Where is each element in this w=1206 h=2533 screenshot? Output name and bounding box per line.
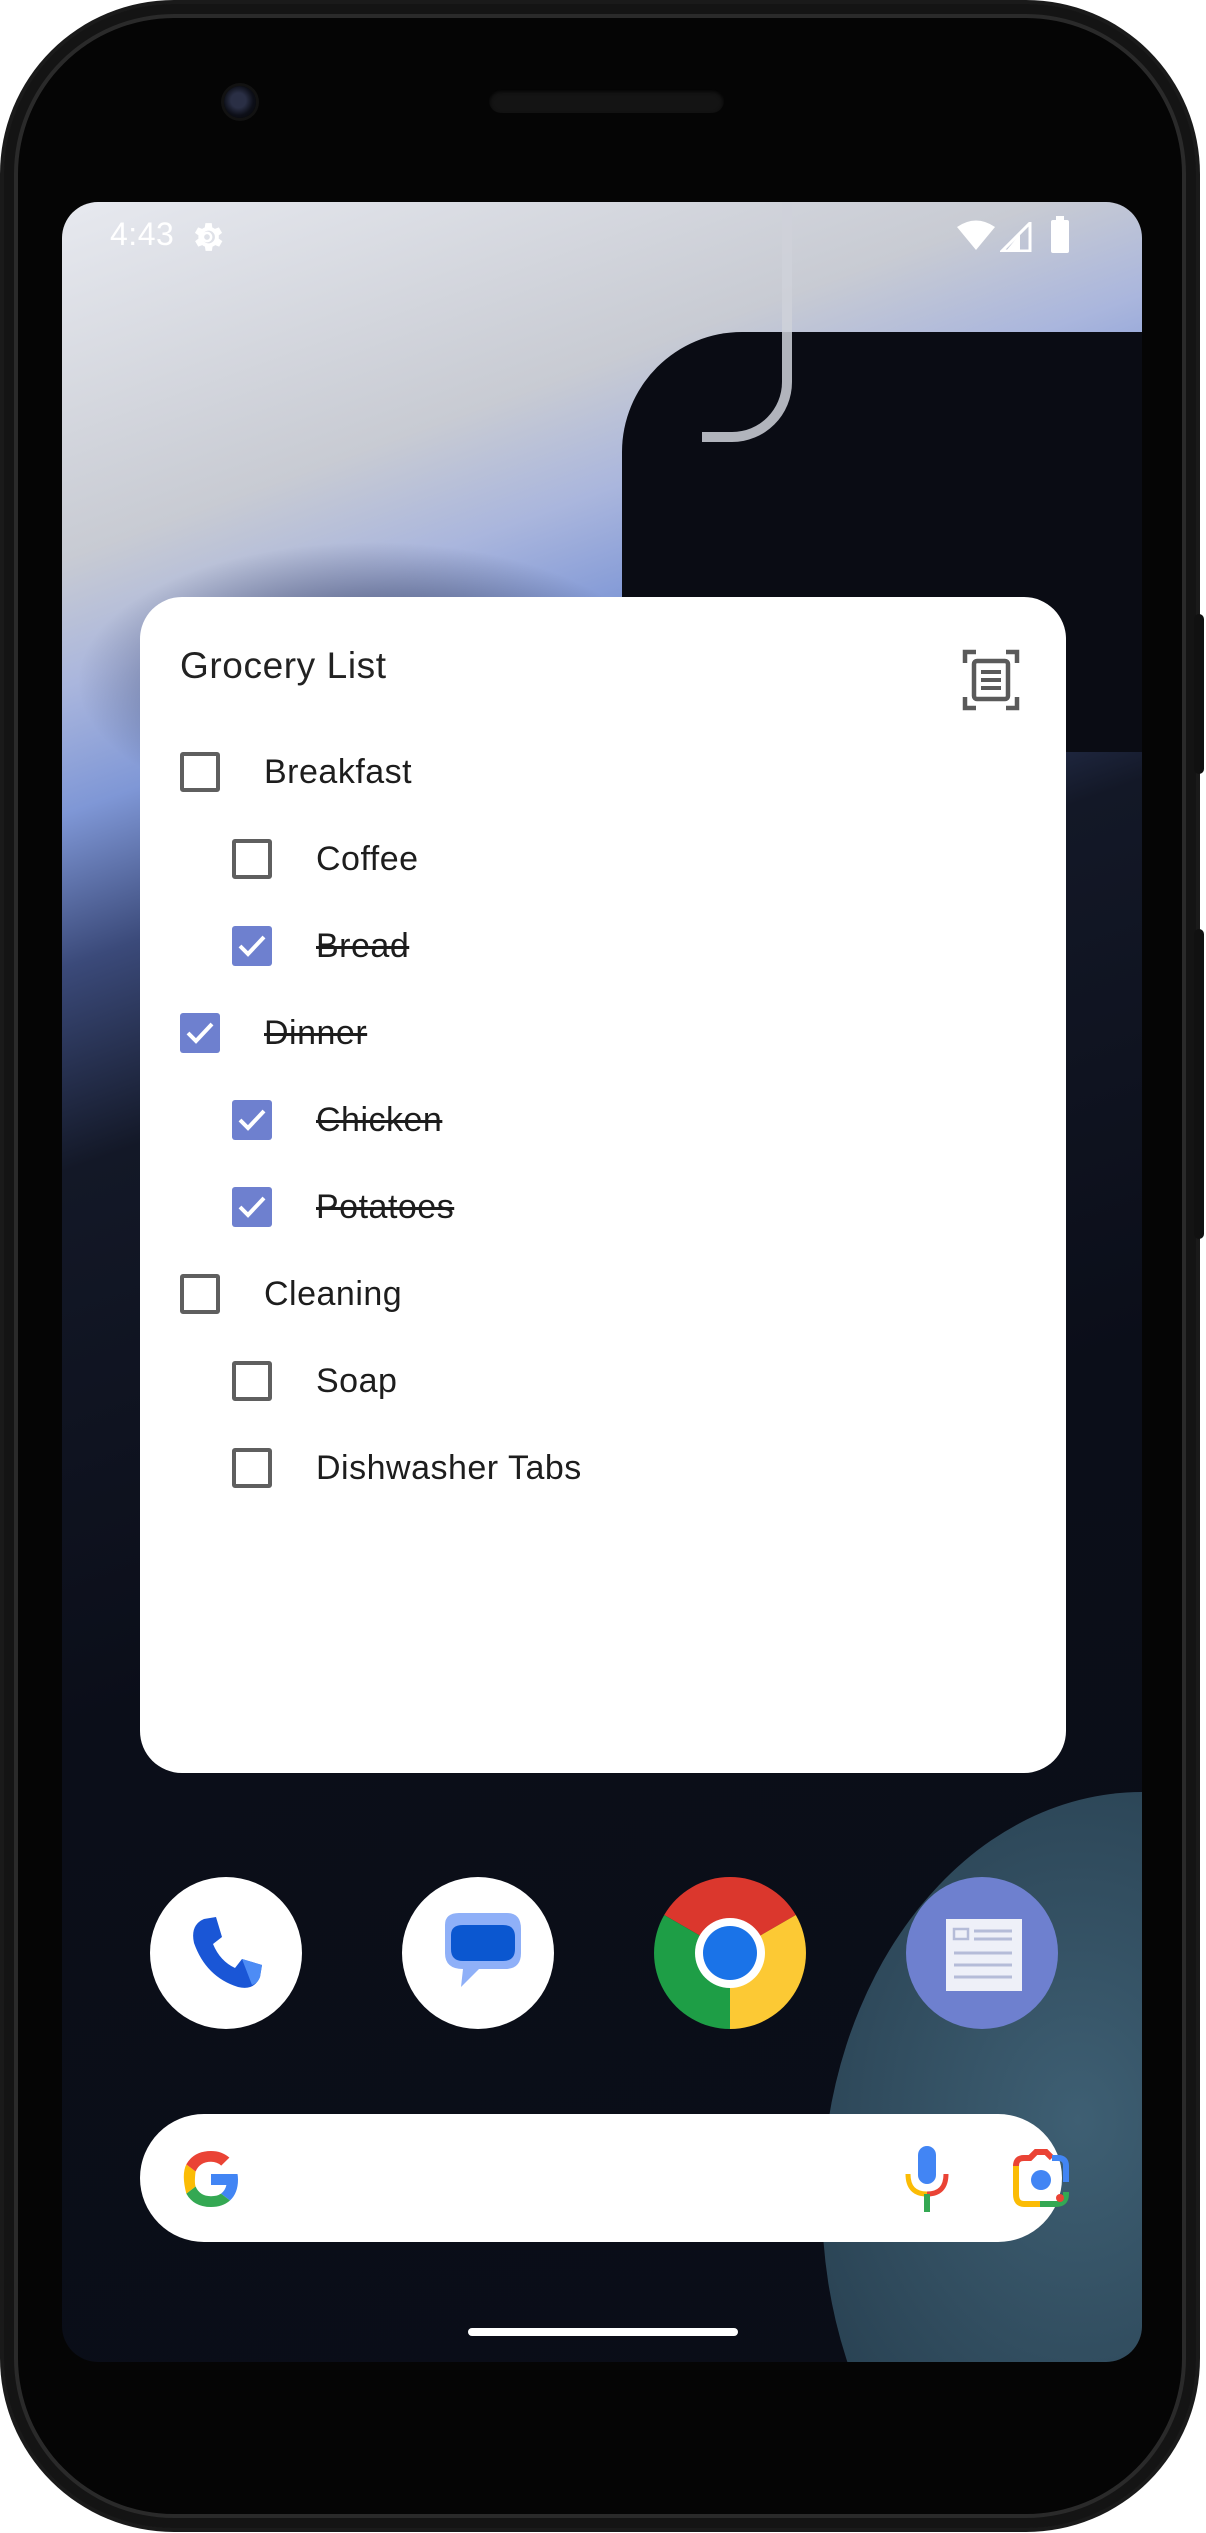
item-label: Dinner: [264, 1013, 368, 1052]
widget-title: Grocery List: [180, 645, 387, 686]
messages-app-icon[interactable]: [402, 1877, 554, 2029]
gesture-navigation-bar[interactable]: [468, 2328, 738, 2336]
checkbox-checked[interactable]: [232, 1100, 272, 1140]
list-item[interactable]: Chicken: [232, 1090, 442, 1150]
item-label: Bread: [316, 926, 410, 965]
list-item[interactable]: Potatoes: [232, 1177, 454, 1237]
phone-app-icon[interactable]: [150, 1877, 302, 2029]
google-lens-icon[interactable]: [1008, 2148, 1074, 2215]
list-item[interactable]: Dinner: [180, 1003, 367, 1063]
list-item[interactable]: Bread: [232, 916, 409, 976]
checkbox[interactable]: [232, 1361, 272, 1401]
google-search-bar[interactable]: [140, 2114, 1069, 2242]
phone-frame: 4:43 Grocery List Breakfast Coffee Bread…: [4, 4, 1204, 2528]
checkbox[interactable]: [232, 839, 272, 879]
power-button: [1194, 614, 1204, 774]
list-item[interactable]: Dishwasher Tabs: [232, 1438, 582, 1498]
item-label: Cleaning: [264, 1274, 403, 1313]
list-item[interactable]: Coffee: [232, 829, 419, 889]
item-label: Chicken: [316, 1100, 443, 1139]
checkbox-checked[interactable]: [232, 1187, 272, 1227]
grocery-list-widget[interactable]: Grocery List Breakfast Coffee Bread Dinn…: [140, 597, 1066, 1773]
checkmark-icon: [238, 935, 266, 957]
checkbox[interactable]: [232, 1448, 272, 1488]
cellular-signal-icon: [998, 219, 1032, 257]
notes-app-icon[interactable]: [906, 1877, 1058, 2029]
checkbox[interactable]: [180, 1274, 220, 1314]
chrome-app-icon[interactable]: [654, 1877, 806, 2029]
checkmark-icon: [186, 1022, 214, 1044]
wifi-icon: [956, 220, 996, 257]
item-label: Potatoes: [316, 1187, 455, 1226]
checkbox-checked[interactable]: [180, 1013, 220, 1053]
front-camera: [224, 86, 256, 118]
google-g-icon: [180, 2148, 242, 2215]
item-label: Soap: [316, 1361, 398, 1400]
item-label: Dishwasher Tabs: [316, 1448, 582, 1487]
item-label: Coffee: [316, 839, 419, 878]
document-scan-icon[interactable]: [962, 649, 1020, 711]
battery-icon: [1050, 216, 1070, 259]
status-time: 4:43: [110, 216, 175, 252]
item-label: Breakfast: [264, 752, 413, 791]
list-item[interactable]: Breakfast: [180, 742, 412, 802]
checkmark-icon: [238, 1109, 266, 1131]
list-item[interactable]: Cleaning: [180, 1264, 402, 1324]
checkbox[interactable]: [180, 752, 220, 792]
checkbox-checked[interactable]: [232, 926, 272, 966]
settings-gear-icon: [188, 218, 226, 261]
status-bar: 4:43: [62, 202, 1142, 272]
list-item[interactable]: Soap: [232, 1351, 397, 1411]
checkmark-icon: [238, 1196, 266, 1218]
volume-button: [1194, 929, 1204, 1239]
microphone-icon[interactable]: [902, 2144, 952, 2219]
earpiece-speaker: [489, 89, 724, 113]
home-screen: 4:43 Grocery List Breakfast Coffee Bread…: [62, 202, 1142, 2362]
